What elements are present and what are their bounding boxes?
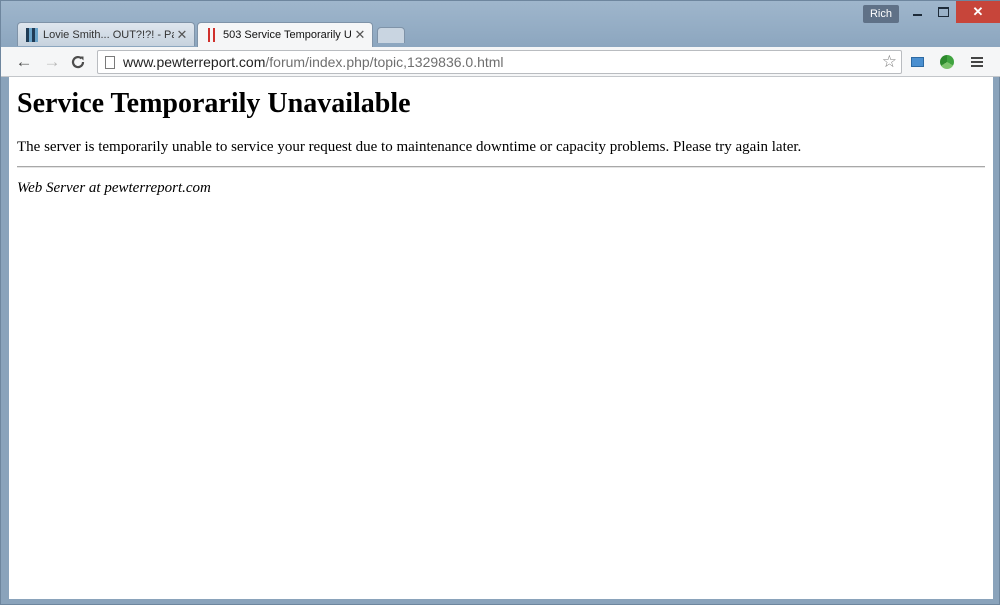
tab-close-icon[interactable]: ✕ <box>352 27 368 43</box>
url-host: www.pewterreport.com <box>123 54 266 70</box>
error-message: The server is temporarily unable to serv… <box>17 139 802 155</box>
browser-window: Rich ✕ Lovie Smith... OUT?!?! - Pa ✕ 503… <box>0 0 1000 605</box>
url-text: www.pewterreport.com/forum/index.php/top… <box>123 54 504 70</box>
server-signature: Web Server at pewterreport.com <box>17 180 211 196</box>
bookmark-star-icon[interactable]: ☆ <box>882 52 897 72</box>
profile-badge[interactable]: Rich <box>863 5 899 23</box>
extension-recycle-button[interactable] <box>937 52 957 72</box>
reload-button[interactable] <box>67 51 89 73</box>
site-favicon-icon <box>26 27 38 42</box>
title-bar: Rich ✕ Lovie Smith... OUT?!?! - Pa ✕ 503… <box>1 1 1000 47</box>
close-window-button[interactable]: ✕ <box>956 1 1000 23</box>
page-content: Service Temporarily Unavailable The serv… <box>9 77 993 599</box>
browser-menu-button[interactable] <box>967 52 987 72</box>
page-icon <box>105 55 115 69</box>
arrow-right-icon: → <box>43 52 61 71</box>
hamburger-menu-icon <box>971 57 983 67</box>
tab-503-error[interactable]: 503 Service Temporarily U ✕ <box>197 22 373 47</box>
recycle-icon <box>940 55 954 69</box>
close-icon: ✕ <box>972 4 984 19</box>
url-path: /forum/index.php/topic,1329836.0.html <box>265 54 504 70</box>
site-favicon-icon <box>206 28 218 42</box>
minimize-button[interactable] <box>903 1 931 23</box>
maximize-icon <box>937 7 949 17</box>
arrow-left-icon: ← <box>15 52 33 71</box>
reload-icon <box>71 55 85 69</box>
page-title: Service Temporarily Unavailable <box>17 88 411 119</box>
browser-toolbar: ← → www.pewterreport.com/forum/index.php… <box>1 47 1000 77</box>
back-button[interactable]: ← <box>13 51 35 73</box>
extension-folder-button[interactable] <box>907 52 927 72</box>
folder-icon <box>910 57 924 67</box>
divider <box>17 166 985 168</box>
new-tab-button[interactable] <box>377 27 405 43</box>
address-bar[interactable]: www.pewterreport.com/forum/index.php/top… <box>97 50 902 74</box>
maximize-button[interactable] <box>929 1 957 23</box>
tab-title: Lovie Smith... OUT?!?! - Pa <box>43 28 174 41</box>
forward-button[interactable]: → <box>41 51 63 73</box>
tab-lovie-smith[interactable]: Lovie Smith... OUT?!?! - Pa ✕ <box>17 22 195 46</box>
tab-title: 503 Service Temporarily U <box>223 29 352 41</box>
tab-close-icon[interactable]: ✕ <box>174 27 190 43</box>
minimize-icon <box>912 14 922 16</box>
